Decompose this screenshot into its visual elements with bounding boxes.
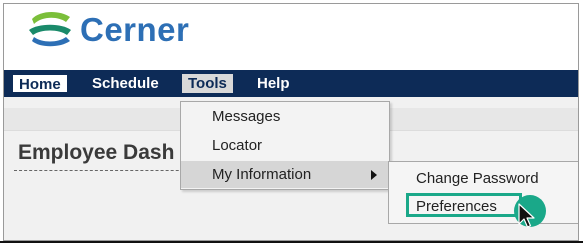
menu-bar: Home Schedule Tools Help — [4, 70, 578, 97]
menu-item-my-information-label: My Information — [212, 166, 312, 183]
submenu-arrow-icon — [371, 170, 377, 180]
preferences-highlight — [406, 193, 522, 217]
cerner-logo: Cerner — [26, 10, 189, 50]
menu-item-messages[interactable]: Messages — [181, 103, 389, 130]
tools-dropdown: Messages Locator My Information — [180, 101, 390, 190]
header: Cerner — [4, 4, 578, 68]
page-title: Employee Dash — [18, 141, 175, 164]
cerner-logo-icon — [29, 11, 71, 47]
menu-item-my-information[interactable]: My Information — [181, 161, 389, 188]
bottom-border — [0, 241, 583, 243]
menu-item-locator[interactable]: Locator — [181, 132, 389, 159]
mouse-cursor-icon — [518, 203, 535, 228]
menu-home[interactable]: Home — [12, 74, 68, 93]
app-window: Cerner Home Schedule Tools Help Employee… — [3, 3, 579, 241]
menu-schedule[interactable]: Schedule — [86, 74, 165, 93]
menu-item-change-password[interactable]: Change Password — [389, 165, 578, 192]
title-divider — [14, 170, 204, 171]
menu-tools[interactable]: Tools — [182, 74, 233, 93]
brand-name: Cerner — [80, 11, 190, 48]
menu-help[interactable]: Help — [251, 74, 296, 93]
